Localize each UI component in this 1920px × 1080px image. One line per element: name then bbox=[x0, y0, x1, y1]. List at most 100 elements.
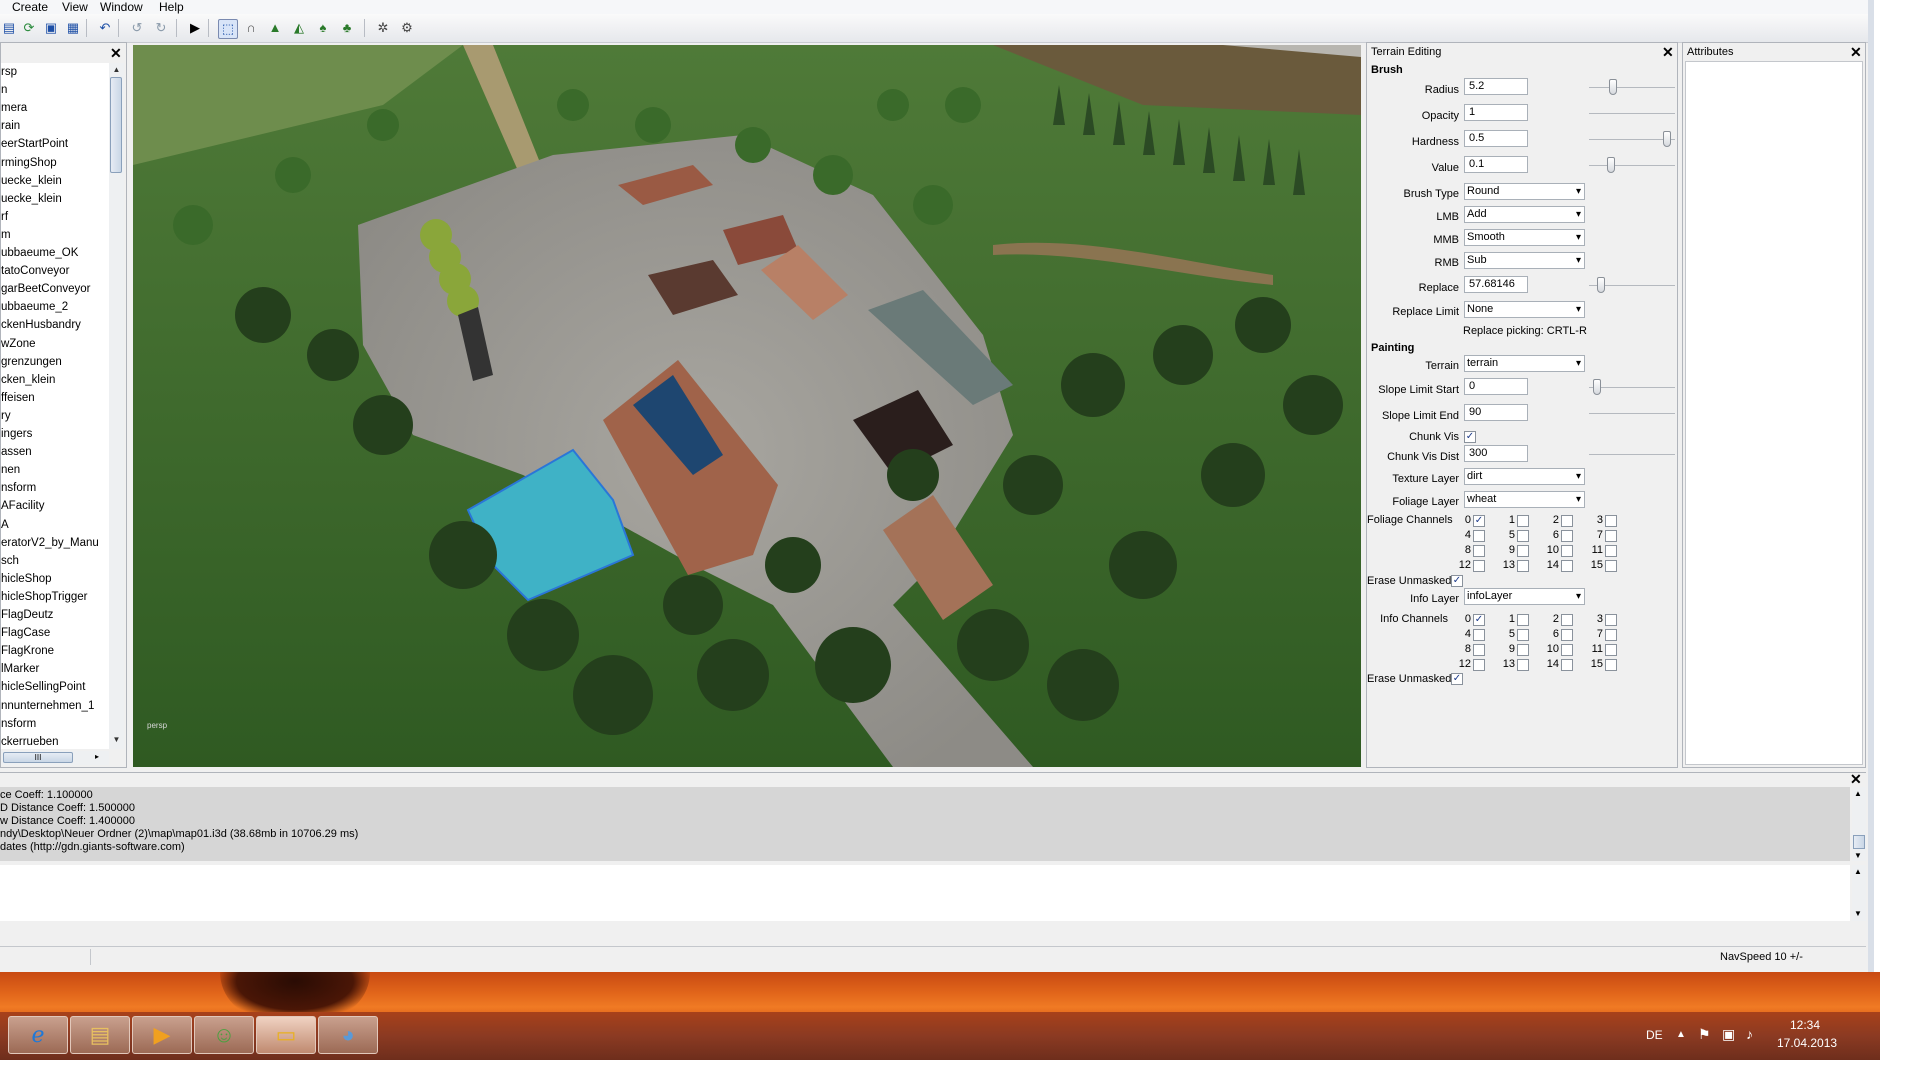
lmb-dropdown[interactable]: Add bbox=[1464, 206, 1585, 223]
info-channel-checkbox[interactable] bbox=[1473, 644, 1485, 656]
tree-item[interactable]: FlagCase bbox=[1, 626, 50, 640]
tree-item[interactable]: nen bbox=[1, 463, 20, 477]
foliage-channel-checkbox[interactable] bbox=[1517, 530, 1529, 542]
radius-slider[interactable] bbox=[1608, 79, 1617, 95]
tree-item[interactable]: FlagKrone bbox=[1, 644, 54, 658]
menu-window[interactable]: Window bbox=[100, 0, 143, 14]
scroll-up-icon[interactable]: ▲ bbox=[1854, 867, 1862, 876]
tree-item[interactable]: grenzungen bbox=[1, 355, 62, 369]
clock-date[interactable]: 17.04.2013 bbox=[1777, 1036, 1837, 1050]
save-icon[interactable]: ▣ bbox=[42, 19, 60, 37]
info-channel-checkbox[interactable] bbox=[1561, 644, 1573, 656]
mmb-dropdown[interactable]: Smooth bbox=[1464, 229, 1585, 246]
tree-item[interactable]: AFacility bbox=[1, 499, 44, 513]
info-channel-checkbox[interactable] bbox=[1561, 629, 1573, 641]
tree-item[interactable]: sch bbox=[1, 554, 19, 568]
tree-item[interactable]: rf bbox=[1, 210, 8, 224]
hardness-slider[interactable] bbox=[1663, 131, 1672, 147]
foliage-channel-checkbox[interactable]: ✓ bbox=[1473, 515, 1485, 527]
save-all-icon[interactable]: ▦ bbox=[64, 19, 82, 37]
scroll-down-icon[interactable]: ▼ bbox=[1854, 909, 1862, 918]
tree-item[interactable]: assen bbox=[1, 445, 32, 459]
info-channel-checkbox[interactable] bbox=[1517, 629, 1529, 641]
tree-item[interactable]: rsp bbox=[1, 65, 17, 79]
foliage-channel-checkbox[interactable] bbox=[1473, 560, 1485, 572]
tree-item[interactable]: rain bbox=[1, 119, 20, 133]
scroll-down-icon[interactable]: ▼ bbox=[111, 735, 122, 745]
value-slider[interactable] bbox=[1606, 157, 1615, 173]
info-channel-checkbox[interactable] bbox=[1605, 659, 1617, 671]
slope-start-field[interactable]: 0 bbox=[1464, 378, 1528, 395]
terrain-dropdown[interactable]: terrain bbox=[1464, 355, 1585, 372]
new-icon[interactable]: ▤ bbox=[0, 19, 18, 37]
tree-item[interactable]: eratorV2_by_Manu bbox=[1, 536, 99, 550]
texture-layer-dropdown[interactable]: dirt bbox=[1464, 468, 1585, 485]
tree-item[interactable]: ffeisen bbox=[1, 391, 35, 405]
menu-create[interactable]: Create bbox=[12, 0, 48, 14]
tree-item[interactable]: ubbaeume_OK bbox=[1, 246, 78, 260]
foliage-channel-checkbox[interactable] bbox=[1561, 545, 1573, 557]
tree-item[interactable]: cken_klein bbox=[1, 373, 55, 387]
foliage-channel-checkbox[interactable] bbox=[1517, 560, 1529, 572]
tree-item[interactable]: A bbox=[1, 518, 9, 532]
tree-item[interactable]: nnunternehmen_1 bbox=[1, 699, 94, 713]
terrain-paint-icon[interactable]: ◭ bbox=[290, 19, 308, 37]
users-icon[interactable]: ☺ bbox=[194, 1016, 254, 1054]
tree-item[interactable]: ingers bbox=[1, 427, 32, 441]
tree-item[interactable]: ckerrueben bbox=[1, 735, 59, 749]
undo-icon[interactable]: ↺ bbox=[128, 19, 146, 37]
foliage-channel-checkbox[interactable] bbox=[1561, 560, 1573, 572]
info-channel-checkbox[interactable] bbox=[1561, 659, 1573, 671]
scroll-thumb[interactable] bbox=[110, 77, 122, 173]
foliage-channel-checkbox[interactable] bbox=[1561, 515, 1573, 527]
tree-item[interactable]: hicleSellingPoint bbox=[1, 680, 85, 694]
foliage-channel-checkbox[interactable] bbox=[1605, 530, 1617, 542]
editor-icon[interactable]: ▭ bbox=[256, 1016, 316, 1054]
info-channel-checkbox[interactable] bbox=[1473, 659, 1485, 671]
foliage-layer-dropdown[interactable]: wheat bbox=[1464, 491, 1585, 508]
info-channel-checkbox[interactable] bbox=[1561, 614, 1573, 626]
scroll-up-icon[interactable]: ▲ bbox=[111, 65, 122, 75]
hardness-field[interactable]: 0.5 bbox=[1464, 130, 1528, 147]
tree-item[interactable]: eerStartPoint bbox=[1, 137, 68, 151]
erase-unmasked-checkbox[interactable]: ✓ bbox=[1451, 673, 1463, 685]
scroll-down-icon[interactable]: ▼ bbox=[1854, 851, 1862, 860]
tree-item[interactable]: FlagDeutz bbox=[1, 608, 53, 622]
slope-end-field[interactable]: 90 bbox=[1464, 404, 1528, 421]
tree-item[interactable]: tatoConveyor bbox=[1, 264, 69, 278]
brush-type-dropdown[interactable]: Round bbox=[1464, 183, 1585, 200]
tree-item[interactable]: mera bbox=[1, 101, 27, 115]
settings-icon[interactable]: ✲ bbox=[374, 19, 392, 37]
console-input[interactable] bbox=[0, 865, 1850, 921]
info-channel-checkbox[interactable] bbox=[1517, 644, 1529, 656]
info-paint-icon[interactable]: ♣ bbox=[338, 19, 356, 37]
foliage-channel-checkbox[interactable] bbox=[1561, 530, 1573, 542]
erase-unmasked-checkbox[interactable]: ✓ bbox=[1451, 575, 1463, 587]
foliage-channel-checkbox[interactable] bbox=[1605, 560, 1617, 572]
ie-icon[interactable]: ℯ bbox=[8, 1016, 68, 1054]
info-layer-dropdown[interactable]: infoLayer bbox=[1464, 588, 1585, 605]
network-icon[interactable]: ▣ bbox=[1722, 1026, 1735, 1043]
scroll-right-icon[interactable]: ▸ bbox=[95, 752, 99, 761]
select-mode-icon[interactable]: ⬚ bbox=[218, 19, 238, 39]
info-channel-checkbox[interactable] bbox=[1605, 629, 1617, 641]
import-icon[interactable]: ↶ bbox=[96, 19, 114, 37]
action-center-flag-icon[interactable]: ⚑ bbox=[1698, 1026, 1711, 1043]
tree-item[interactable]: lMarker bbox=[1, 662, 39, 676]
tree-item[interactable]: ry bbox=[1, 409, 11, 423]
slope-start-slider[interactable] bbox=[1592, 379, 1601, 395]
foliage-channel-checkbox[interactable] bbox=[1473, 530, 1485, 542]
tree-horizontal-scrollbar[interactable]: III ▸ bbox=[1, 751, 109, 765]
scroll-thumb[interactable] bbox=[1853, 835, 1865, 849]
rmb-dropdown[interactable]: Sub bbox=[1464, 252, 1585, 269]
hscroll-thumb[interactable]: III bbox=[3, 752, 73, 763]
paint-icon[interactable]: ◕ bbox=[318, 1016, 378, 1054]
radius-field[interactable]: 5.2 bbox=[1464, 78, 1528, 95]
foliage-paint-icon[interactable]: ♠ bbox=[314, 19, 332, 37]
tree-item[interactable]: uecke_klein bbox=[1, 174, 62, 188]
replace-field[interactable]: 57.68146 bbox=[1464, 276, 1528, 293]
terrain-sculpt-icon[interactable]: ▲ bbox=[266, 19, 284, 37]
media-player-icon[interactable]: ▶ bbox=[132, 1016, 192, 1054]
scroll-up-icon[interactable]: ▲ bbox=[1854, 789, 1862, 798]
move-mode-icon[interactable]: ∩ bbox=[242, 19, 260, 37]
